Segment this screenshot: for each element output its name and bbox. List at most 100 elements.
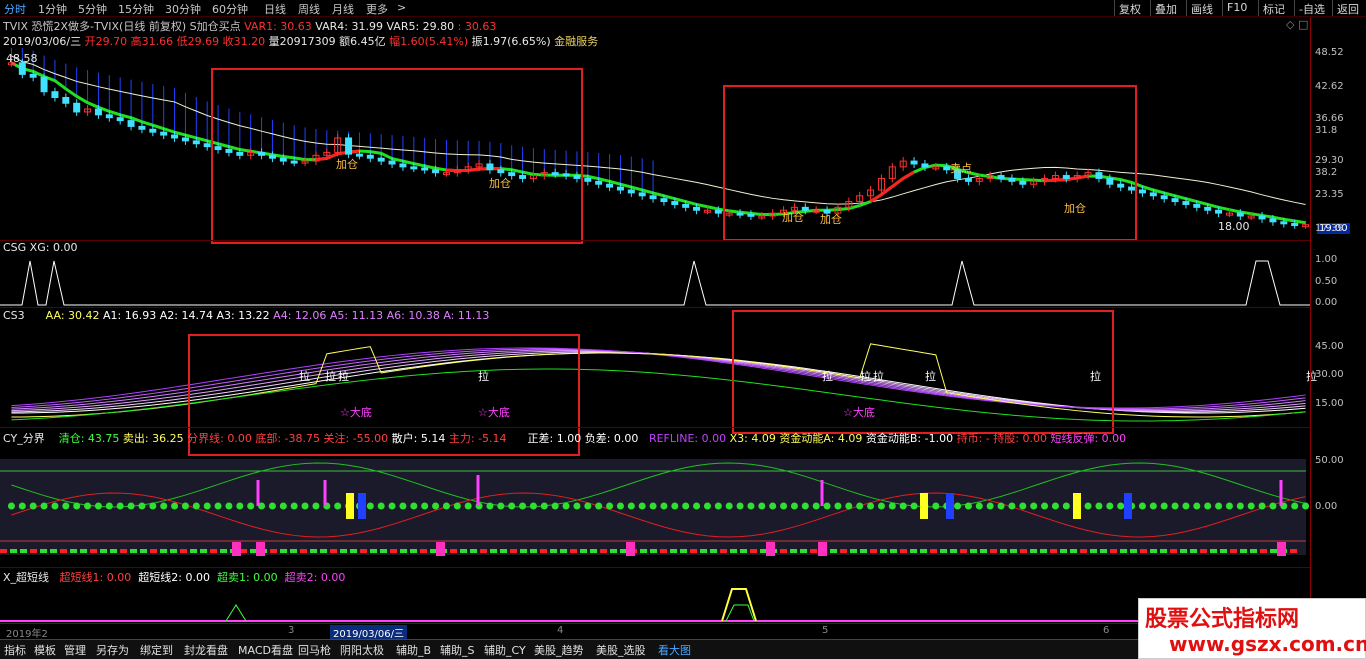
cy-dot xyxy=(867,502,875,510)
fuquan-button[interactable]: 复权 xyxy=(1114,0,1145,16)
cy-dash xyxy=(1100,549,1107,553)
cy-dot xyxy=(1117,502,1125,510)
candle-body xyxy=(138,125,146,130)
x-indicator[interactable] xyxy=(0,583,1310,623)
back-button[interactable]: 返回 xyxy=(1332,0,1363,16)
cy-dash xyxy=(570,549,577,553)
cy-dot xyxy=(127,502,135,510)
cy-dash xyxy=(70,549,77,553)
cy-dot xyxy=(1149,502,1157,510)
cy-dash xyxy=(650,549,657,553)
cs3-a6: A6: 10.38 xyxy=(386,309,440,322)
cy-dash xyxy=(790,549,797,553)
cy-dot xyxy=(975,502,983,510)
cy-dot xyxy=(421,502,429,510)
cy-signal-block xyxy=(946,493,954,519)
cy-dash xyxy=(370,549,377,553)
cy-dot xyxy=(1193,502,1201,510)
cy-dash xyxy=(980,549,987,553)
cy-dot xyxy=(769,502,777,510)
candle-body xyxy=(192,140,200,145)
mark-button[interactable]: 标记 xyxy=(1258,0,1289,16)
cy-dot xyxy=(714,502,722,510)
tab-fuzhu-b[interactable]: 辅助_B xyxy=(396,642,431,658)
tab-bigchart[interactable]: 看大图 xyxy=(658,642,691,658)
tab-fenglong[interactable]: 封龙看盘 xyxy=(184,642,228,658)
tab-macd[interactable]: MACD看盘 xyxy=(238,642,293,658)
f10-button[interactable]: F10 xyxy=(1222,0,1251,16)
cy-dash xyxy=(350,549,357,553)
tab-more[interactable]: 更多 xyxy=(366,1,388,17)
cy-dash xyxy=(900,549,907,553)
tab-saveas[interactable]: 另存为 xyxy=(96,642,129,658)
extra-value: : 30.63 xyxy=(457,20,497,33)
x-signal-1 xyxy=(225,604,247,622)
tab-weekly[interactable]: 周线 xyxy=(298,1,320,17)
cy-dot xyxy=(758,502,766,510)
tab-5min[interactable]: 5分钟 xyxy=(78,1,107,17)
tab-1min[interactable]: 1分钟 xyxy=(38,1,67,17)
tab-60min[interactable]: 60分钟 xyxy=(212,1,248,17)
panel-controls-icon[interactable]: ◇ □ xyxy=(1286,18,1308,31)
low-mark-label: 18.00 xyxy=(1218,220,1250,233)
candle-body xyxy=(1291,223,1299,227)
cy-dash xyxy=(1290,549,1297,553)
tab-15min[interactable]: 15分钟 xyxy=(118,1,154,17)
open-value: 开29.70 xyxy=(84,35,128,48)
cy-dash xyxy=(110,549,117,553)
tab-template[interactable]: 模板 xyxy=(34,642,56,658)
cy-dot xyxy=(29,502,37,510)
cy-dash xyxy=(730,549,737,553)
tab-fuzhu-s[interactable]: 辅助_S xyxy=(440,642,474,658)
cy-magenta-block xyxy=(256,542,265,556)
cy-indicator[interactable] xyxy=(0,445,1310,567)
cy-dash xyxy=(740,549,747,553)
tab-bind[interactable]: 绑定到 xyxy=(140,642,173,658)
candle-body xyxy=(1160,195,1168,200)
cy-dash xyxy=(990,549,997,553)
cy-dot xyxy=(94,502,102,510)
cy-dot xyxy=(986,502,994,510)
axis-tick: 0.00 xyxy=(1315,501,1338,512)
cy-fenjie: 分界线: 0.00 xyxy=(187,432,252,445)
cy-dash xyxy=(30,549,37,553)
tab-indicator[interactable]: 指标 xyxy=(4,642,26,658)
cy-dot xyxy=(877,502,885,510)
cy-dash xyxy=(1200,549,1207,553)
cy-dash xyxy=(120,549,127,553)
tab-taiji[interactable]: 阴阳太极 xyxy=(340,642,384,658)
cy-dash xyxy=(600,549,607,553)
cy-dash xyxy=(340,549,347,553)
cy-dash xyxy=(1220,549,1227,553)
cy-dot xyxy=(932,502,940,510)
draw-button[interactable]: 画线 xyxy=(1186,0,1217,16)
tab-30min[interactable]: 30分钟 xyxy=(165,1,201,17)
tab-daily[interactable]: 日线 xyxy=(264,1,286,17)
cy-magenta-block xyxy=(626,542,635,556)
more-arrow-icon[interactable]: > xyxy=(397,1,406,14)
cy-dash xyxy=(960,549,967,553)
cy-dot xyxy=(790,502,798,510)
watchlist-button[interactable]: -自选 xyxy=(1294,0,1329,16)
tab-us-trend[interactable]: 美股_趋势 xyxy=(534,642,584,658)
cy-dash xyxy=(380,549,387,553)
cy-dot xyxy=(519,502,527,510)
tab-monthly[interactable]: 月线 xyxy=(332,1,354,17)
candle-body xyxy=(160,131,168,136)
cy-dash xyxy=(800,549,807,553)
tab-manage[interactable]: 管理 xyxy=(64,642,86,658)
overlay-button[interactable]: 叠加 xyxy=(1150,0,1181,16)
axis-tick: 36.66 xyxy=(1315,113,1344,124)
csg-indicator[interactable] xyxy=(0,255,1310,307)
tab-huimaqiang[interactable]: 回马枪 xyxy=(298,642,331,658)
tab-us-select[interactable]: 美股_选股 xyxy=(596,642,646,658)
candle-body xyxy=(693,206,701,211)
date-label: 3 xyxy=(288,625,295,636)
service-link[interactable]: 金融服务 xyxy=(554,35,598,48)
cy-dash xyxy=(60,549,67,553)
tab-fuzhu-cy[interactable]: 辅助_CY xyxy=(484,642,526,658)
cy-dot xyxy=(899,502,907,510)
cy-dash xyxy=(300,549,307,553)
tab-fenshi[interactable]: 分时 xyxy=(4,1,26,17)
cy-dash xyxy=(640,549,647,553)
